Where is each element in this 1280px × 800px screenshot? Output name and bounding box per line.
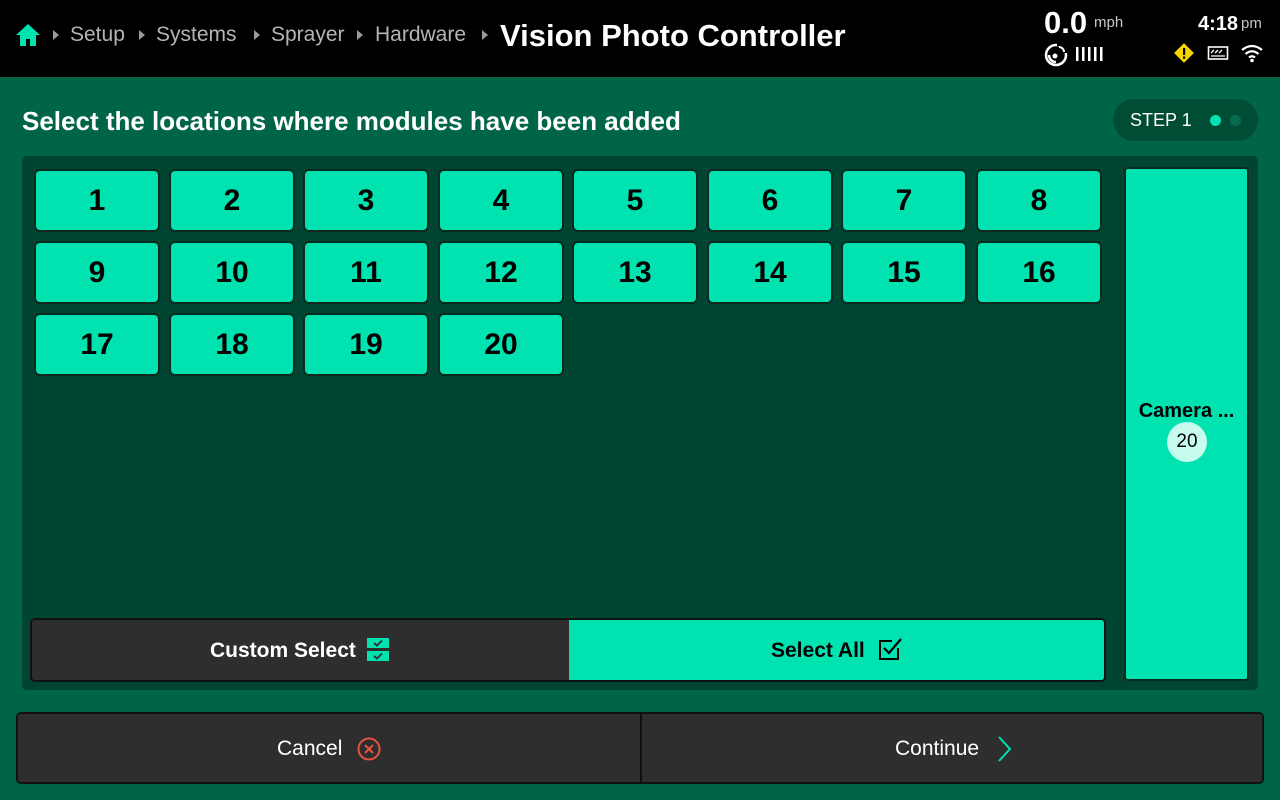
location-button-17[interactable]: 17 <box>34 313 160 376</box>
location-button-10[interactable]: 10 <box>169 241 295 304</box>
gps-signal-icon[interactable] <box>1044 41 1070 67</box>
location-grid: 1 2 3 4 5 6 7 8 9 10 11 12 13 14 15 16 17 18 19 20 <box>34 169 1106 377</box>
breadcrumb-hardware[interactable]: Hardware <box>375 22 466 48</box>
clock-time: 4:18 <box>1198 13 1239 35</box>
camera-group-label: Camera ... <box>1138 400 1235 422</box>
breadcrumb-separator-icon <box>357 30 363 40</box>
warning-icon[interactable] <box>1173 42 1195 64</box>
top-bar: Setup Systems Sprayer Hardware Vision Ph… <box>0 0 1280 77</box>
signal-bars-icon <box>1076 47 1103 61</box>
checkbox-checked-icon <box>879 638 902 660</box>
step-indicator: STEP 1 <box>1113 99 1258 141</box>
location-button-12[interactable]: 12 <box>438 241 564 304</box>
breadcrumb-setup[interactable]: Setup <box>70 22 125 48</box>
location-button-11[interactable]: 11 <box>303 241 429 304</box>
continue-label: Continue <box>895 737 980 760</box>
camera-count-badge: 20 <box>1167 422 1207 462</box>
cancel-button[interactable]: Cancel <box>18 714 640 782</box>
implement-icon[interactable] <box>1207 44 1229 62</box>
location-button-7[interactable]: 7 <box>841 169 967 232</box>
location-button-5[interactable]: 5 <box>572 169 698 232</box>
breadcrumb-separator-icon <box>139 30 145 40</box>
chevron-right-icon <box>998 736 1012 762</box>
clock-ampm: pm <box>1241 15 1262 32</box>
breadcrumb-systems[interactable]: Systems <box>156 22 237 48</box>
location-button-9[interactable]: 9 <box>34 241 160 304</box>
speed-unit: mph <box>1094 14 1124 31</box>
location-panel: 1 2 3 4 5 6 7 8 9 10 11 12 13 14 15 16 17 18 19 20 Custom S… <box>22 156 1258 690</box>
step-dot-active <box>1210 115 1221 126</box>
selection-mode-toggle: Custom Select Select All <box>30 618 1106 682</box>
cancel-x-icon <box>357 737 381 761</box>
breadcrumb-separator-icon <box>53 30 59 40</box>
continue-button[interactable]: Continue <box>642 714 1262 782</box>
speed-value: 0.0 <box>1044 5 1088 40</box>
location-button-19[interactable]: 19 <box>303 313 429 376</box>
location-button-16[interactable]: 16 <box>976 241 1102 304</box>
location-button-2[interactable]: 2 <box>169 169 295 232</box>
cancel-label: Cancel <box>277 737 343 760</box>
breadcrumb-separator-icon <box>482 30 488 40</box>
location-button-18[interactable]: 18 <box>169 313 295 376</box>
location-button-8[interactable]: 8 <box>976 169 1102 232</box>
instruction-heading: Select the locations where modules have … <box>22 106 681 136</box>
custom-select-label: Custom Select <box>210 639 356 662</box>
step-label: STEP 1 <box>1130 110 1192 130</box>
custom-select-button[interactable]: Custom Select <box>32 620 569 680</box>
location-button-20[interactable]: 20 <box>438 313 564 376</box>
location-button-6[interactable]: 6 <box>707 169 833 232</box>
location-button-13[interactable]: 13 <box>572 241 698 304</box>
wifi-icon[interactable] <box>1240 43 1264 63</box>
home-icon[interactable] <box>15 22 41 48</box>
breadcrumb-sprayer[interactable]: Sprayer <box>271 22 345 48</box>
select-all-label: Select All <box>771 639 865 662</box>
location-button-1[interactable]: 1 <box>34 169 160 232</box>
bottom-action-bar: Cancel Continue <box>16 712 1264 784</box>
select-all-button[interactable]: Select All <box>569 620 1104 680</box>
step-dot-inactive <box>1230 115 1241 126</box>
page-title: Vision Photo Controller <box>500 18 846 53</box>
location-button-4[interactable]: 4 <box>438 169 564 232</box>
camera-group-card[interactable]: Camera ... 20 <box>1124 167 1249 681</box>
breadcrumb-separator-icon <box>254 30 260 40</box>
custom-select-icon <box>367 638 389 661</box>
location-button-14[interactable]: 14 <box>707 241 833 304</box>
location-button-15[interactable]: 15 <box>841 241 967 304</box>
location-button-3[interactable]: 3 <box>303 169 429 232</box>
